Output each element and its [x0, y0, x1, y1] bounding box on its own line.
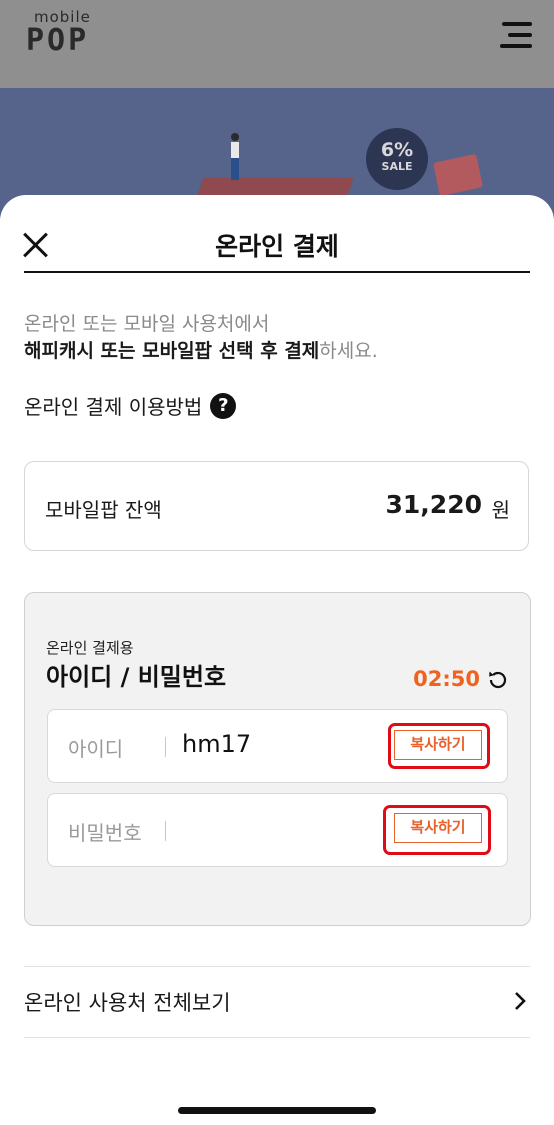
- online-payment-sheet: 온라인 결제 온라인 또는 모바일 사용처에서 해피캐시 또는 모바일팝 선택 …: [0, 195, 554, 1125]
- field-divider: [165, 737, 166, 757]
- balance-unit: 원: [491, 498, 510, 522]
- credentials-box: 온라인 결제용 아이디 / 비밀번호 02:50 아이디 hm17 복사하기 비…: [24, 592, 531, 926]
- credentials-subtitle: 온라인 결제용: [46, 639, 134, 657]
- view-all-online-places[interactable]: 온라인 사용처 전체보기: [24, 967, 530, 1037]
- refresh-icon[interactable]: [486, 668, 510, 692]
- title-divider: [24, 271, 530, 273]
- hamburger-menu-icon[interactable]: [500, 22, 532, 48]
- balance-label: 모바일팝 잔액: [45, 498, 162, 522]
- id-row: 아이디 hm17 복사하기: [47, 709, 508, 783]
- copy-id-button[interactable]: 복사하기: [394, 730, 482, 760]
- payment-description: 온라인 또는 모바일 사용처에서 해피캐시 또는 모바일팝 선택 후 결제하세요…: [24, 311, 378, 365]
- mobilepop-logo: mobile POP: [26, 8, 91, 56]
- password-label: 비밀번호: [68, 821, 142, 845]
- balance-card: 모바일팝 잔액 31,220 원: [24, 461, 529, 551]
- description-tail: 하세요.: [319, 340, 378, 362]
- help-icon[interactable]: ?: [210, 392, 237, 419]
- app-header: mobile POP: [0, 0, 554, 88]
- password-row: 비밀번호 복사하기: [47, 793, 508, 867]
- description-line-1: 온라인 또는 모바일 사용처에서: [24, 313, 270, 335]
- sale-label: SALE: [381, 160, 413, 173]
- view-all-label: 온라인 사용처 전체보기: [24, 991, 231, 1015]
- countdown-timer: 02:50: [413, 667, 480, 691]
- credentials-title: 아이디 / 비밀번호: [46, 663, 227, 691]
- field-divider: [165, 821, 166, 841]
- howto-link[interactable]: 온라인 결제 이용방법 ?: [24, 391, 237, 420]
- balance-value: 31,220: [385, 490, 482, 519]
- sale-percent: 6%: [380, 139, 414, 161]
- copy-password-button[interactable]: 복사하기: [394, 813, 482, 843]
- list-divider: [24, 1037, 530, 1038]
- description-emphasis: 해피캐시 또는 모바일팝 선택 후 결제: [24, 340, 320, 362]
- sheet-title: 온라인 결제: [215, 232, 339, 261]
- chevron-right-icon: [515, 992, 526, 1010]
- person-illustration: [231, 133, 239, 180]
- id-value: hm17: [182, 730, 252, 758]
- id-label: 아이디: [68, 737, 124, 761]
- logo-big-text: POP: [26, 23, 90, 58]
- sale-badge: 6% SALE: [366, 128, 428, 190]
- howto-label: 온라인 결제 이용방법: [24, 395, 203, 419]
- home-indicator: [178, 1107, 376, 1114]
